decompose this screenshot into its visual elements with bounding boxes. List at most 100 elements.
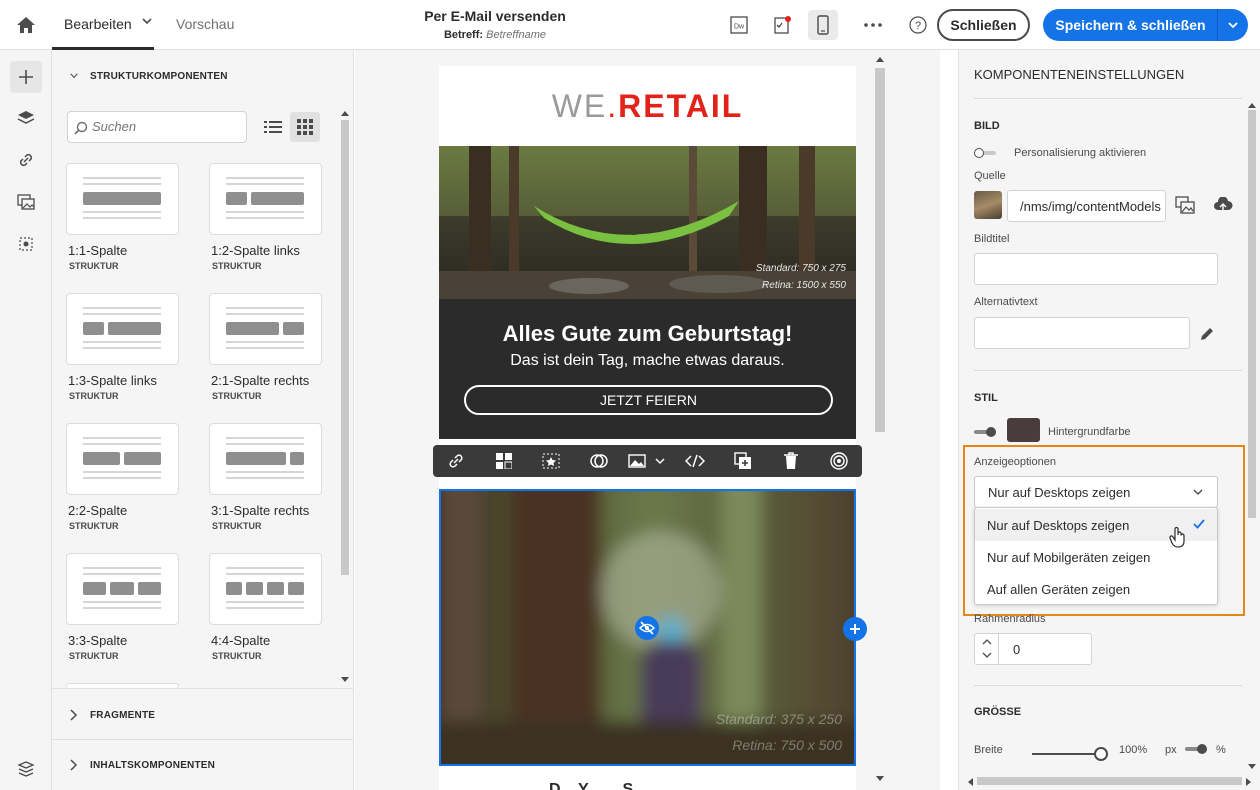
subject-line[interactable]: Betreff: Betreffname [380,29,610,41]
image-icon[interactable] [626,451,648,471]
display-options-dropdown[interactable]: Nur auf Desktops zeigen [974,476,1218,508]
chevron-down-icon [70,70,78,82]
width-slider[interactable] [1032,747,1108,761]
save-options-chevron-icon[interactable] [1219,9,1247,41]
component-toolbar [433,445,862,477]
background-toggle[interactable] [974,427,996,437]
dw-text: Dw [734,24,745,31]
select-parent-icon[interactable] [493,451,515,471]
grid-view-icon[interactable] [290,112,320,142]
close-button[interactable]: Schließen [937,9,1030,41]
checklist-icon[interactable] [767,10,797,40]
fragments-header[interactable]: FRAGMENTE [52,690,354,740]
structure-card-1-1[interactable] [66,163,179,235]
content-components-header[interactable]: INHALTSKOMPONENTEN [52,740,354,790]
banner-headline: Alles Gute zum Geburtstag! [502,321,793,346]
card-sub: STRUKTUR [212,651,262,661]
personalization-toggle[interactable] [974,148,996,158]
email-canvas: WE. RETAIL Standard: 750 x 275 Retina: 1… [355,50,940,790]
help-icon[interactable]: ? [903,10,933,40]
personalization-label: Personalisierung aktivieren [1014,147,1147,159]
structure-card-1-2-left[interactable] [209,163,322,235]
structure-card-3-3[interactable] [66,553,179,625]
tab-edit[interactable]: Bearbeiten [64,16,132,32]
hidden-on-device-icon[interactable] [635,616,659,640]
section-stil: STIL [974,392,998,404]
tab-preview[interactable]: Vorschau [176,16,234,32]
save-close-button[interactable]: Speichern & schließen [1043,9,1248,41]
card-name: 1:2-Spalte links [211,243,300,258]
list-view-icon[interactable] [258,112,288,142]
chevron-down-icon [1193,489,1203,495]
unit-toggle[interactable] [1185,744,1207,754]
more-icon[interactable] [858,10,888,40]
subject-label: Betreff: [443,29,484,41]
source-label: Quelle [974,170,1006,182]
settings-horizontal-scrollbar-thumb[interactable] [977,777,1242,785]
border-radius-value: 0 [1013,642,1021,657]
birthday-banner[interactable]: Alles Gute zum Geburtstag! Das ist dein … [439,299,856,439]
card-name: 1:3-Spalte links [68,373,157,388]
settings-title: KOMPONENTENEINSTELLUNGEN [974,67,1185,82]
source-field[interactable]: /nms/img/contentModels [1007,190,1166,222]
background-color-swatch[interactable] [1007,418,1040,442]
chevron-down-icon[interactable] [982,652,992,658]
alt-text-input[interactable] [974,317,1190,349]
target-icon[interactable] [828,451,850,471]
banner-subline: Das ist dein Tag, mache etwas daraus. [510,352,785,369]
link-icon[interactable] [445,451,467,471]
dropdown-value: Nur auf Desktops zeigen [988,485,1131,500]
card-name: 3:3-Spalte [68,633,128,648]
structure-card-2-2[interactable] [66,423,179,495]
layers-icon[interactable] [10,102,42,134]
layer-settings-icon[interactable] [10,753,42,785]
asset-image-icon[interactable] [10,186,42,218]
option-all-devices[interactable]: Auf allen Geräten zeigen [975,573,1217,605]
page-title: Per E-Mail versenden [424,8,566,24]
hero-size-note: Standard: 750 x 275 [755,263,846,274]
brand-logo[interactable]: WE. RETAIL [439,66,856,146]
celebrate-button[interactable]: JETZT FEIERN [464,385,833,415]
structure-components-header[interactable]: STRUKTURKOMPONENTEN [52,51,354,101]
canvas-scrollbar-thumb[interactable] [875,68,885,432]
add-components-icon[interactable] [10,61,42,93]
duplicate-icon[interactable] [732,451,754,471]
dreamweaver-icon[interactable]: Dw [724,10,754,40]
personalization-icon[interactable] [10,228,42,260]
settings-scrollbar-thumb[interactable] [1248,110,1256,518]
mobile-view-icon[interactable] [808,10,838,40]
image-title-input[interactable] [974,253,1218,285]
source-thumbnail [974,191,1002,219]
structure-card-1-3-left[interactable] [66,293,179,365]
hero-image[interactable]: Standard: 750 x 275 Retina: 1500 x 550 [439,146,856,299]
card-sub: STRUKTUR [212,261,262,271]
unit-percent-label: % [1216,744,1226,756]
search-field[interactable] [67,111,247,143]
chevron-up-icon[interactable] [982,639,992,645]
delete-icon[interactable] [780,451,802,471]
asset-picker-icon[interactable] [1175,196,1195,217]
link-icon[interactable] [10,144,42,176]
component-settings-panel: KOMPONENTENEINSTELLUNGEN BILD Personalis… [958,50,1260,790]
border-radius-label: Rahmenradius [974,613,1046,625]
top-bar: Bearbeiten Vorschau Per E-Mail versenden… [0,0,1260,50]
edit-pencil-icon[interactable] [1199,326,1215,345]
components-scrollbar-thumb[interactable] [341,120,349,575]
structure-components-title: STRUKTURKOMPONENTEN [90,70,228,82]
structure-card-3-1-right[interactable] [209,423,322,495]
home-icon[interactable] [10,9,42,41]
save-close-label[interactable]: Speichern & schließen [1043,9,1218,41]
chevron-down-icon[interactable] [141,15,153,30]
personalize-icon[interactable] [540,451,562,471]
upload-icon[interactable] [1213,196,1233,216]
code-icon[interactable] [684,451,706,471]
chevron-down-icon[interactable] [649,451,671,471]
structure-card-2-1-right[interactable] [209,293,322,365]
search-input[interactable] [92,112,242,140]
border-radius-stepper[interactable]: 0 [974,633,1092,665]
card-name: 2:1-Spalte rechts [211,373,310,388]
add-component-icon[interactable] [843,617,867,641]
structure-card-4-4[interactable] [209,553,322,625]
card-sub: STRUKTUR [69,651,119,661]
conditional-content-icon[interactable] [588,451,610,471]
